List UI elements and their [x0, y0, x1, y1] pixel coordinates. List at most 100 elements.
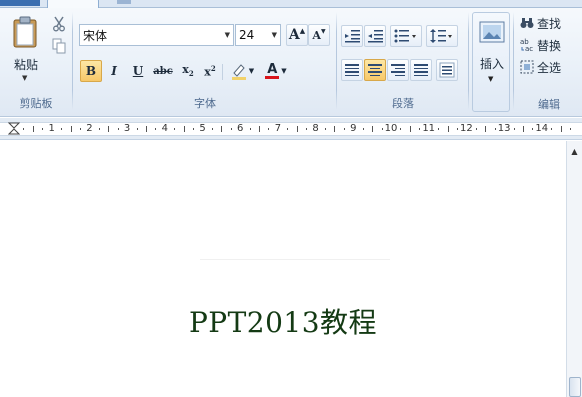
ruler-number: 5 — [199, 123, 206, 134]
decrease-indent-button[interactable] — [341, 25, 363, 47]
bullets-button[interactable] — [390, 25, 422, 47]
ruler-tick — [145, 126, 147, 132]
ruler-number: 6 — [237, 123, 244, 134]
chevron-down-icon[interactable]: ▼ — [249, 67, 254, 75]
italic-button[interactable]: I — [104, 60, 124, 82]
align-right-button[interactable] — [387, 59, 409, 81]
tab-view[interactable] — [117, 0, 131, 4]
clipboard-group: 粘贴 ▼ 剪贴板 — [0, 9, 72, 115]
font-color-button[interactable]: A ▼ — [260, 60, 292, 82]
subscript-button[interactable]: x2 — [178, 60, 198, 82]
line-spacing-button[interactable] — [426, 25, 458, 47]
bold-icon: B — [85, 64, 97, 78]
ruler-tick — [362, 128, 364, 130]
chevron-down-icon[interactable]: ▼ — [272, 31, 277, 39]
group-divider — [468, 12, 469, 110]
replace-label: 替换 — [537, 38, 562, 53]
paragraph-settings-icon — [439, 62, 455, 78]
ruler-tick — [296, 126, 298, 132]
ruler-number: 14 — [535, 123, 549, 134]
document-title-text[interactable]: PPT2013教程 — [0, 301, 566, 341]
ruler-number: 13 — [497, 123, 511, 134]
ruler-tick — [494, 128, 496, 130]
ruler-tick — [325, 128, 327, 130]
ruler-tick — [485, 126, 487, 132]
ruler-number: 12 — [460, 123, 473, 134]
ruler-tick — [560, 126, 562, 132]
ruler-tick — [221, 126, 223, 132]
align-center-button[interactable] — [364, 59, 386, 81]
caret-up-icon: ▲ — [299, 27, 306, 35]
ruler-tick — [70, 126, 72, 132]
ruler-tick — [98, 128, 100, 130]
tab-home[interactable] — [47, 0, 99, 8]
copy-icon — [52, 38, 66, 54]
scroll-up-arrow-icon[interactable]: ▲ — [567, 145, 582, 157]
shrink-font-icon: A — [312, 28, 321, 42]
strikethrough-button[interactable]: abc — [151, 60, 175, 82]
ruler-tick — [268, 128, 270, 130]
line-spacing-icon — [430, 29, 452, 43]
vertical-scrollbar[interactable]: ▲ — [566, 141, 582, 397]
ruler-tick — [79, 128, 81, 130]
paragraph-group: 段落 — [338, 9, 468, 115]
find-label: 查找 — [537, 16, 562, 31]
ruler-tick — [532, 128, 534, 130]
paragraph-dialog-button[interactable] — [436, 59, 458, 81]
document-page[interactable]: PPT2013教程 — [0, 141, 566, 397]
shrink-font-button[interactable]: A ▼ — [308, 24, 330, 46]
bold-button[interactable]: B — [80, 60, 102, 82]
font-size-combo[interactable]: 24 ▼ — [235, 24, 281, 46]
copy-button[interactable] — [50, 37, 68, 55]
chevron-down-icon: ▼ — [488, 75, 494, 83]
ruler-tick — [136, 128, 138, 130]
justify-button[interactable] — [410, 59, 432, 81]
ruler-tick — [259, 126, 261, 132]
ribbon-tabstrip — [0, 0, 582, 8]
ruler-tick — [438, 128, 440, 130]
align-left-button[interactable] — [341, 59, 363, 81]
ruler-tick — [61, 128, 63, 130]
ruler-tick — [381, 128, 383, 130]
increase-indent-button[interactable] — [364, 25, 386, 47]
subscript-icon: x2 — [182, 63, 194, 79]
ruler-tick — [23, 128, 25, 130]
ruler-tick — [249, 128, 251, 130]
underline-button[interactable]: U — [128, 60, 148, 82]
bulleted-list-icon — [394, 29, 416, 43]
paragraph-group-label: 段落 — [392, 97, 414, 110]
insert-button[interactable]: 插入 ▼ — [472, 12, 510, 112]
highlighter-icon — [231, 64, 246, 80]
highlight-button[interactable]: ▼ — [226, 60, 258, 82]
app-menu-button[interactable] — [0, 0, 40, 6]
ruler-tick — [513, 128, 515, 130]
faint-guide — [200, 259, 390, 260]
ruler-number: 7 — [274, 123, 282, 134]
grow-font-button[interactable]: A ▲ — [286, 24, 308, 46]
ruler-tick — [211, 128, 213, 130]
cut-button[interactable] — [50, 15, 68, 33]
select-all-button[interactable]: 全选 — [520, 58, 561, 76]
chevron-down-icon[interactable]: ▼ — [281, 67, 286, 75]
superscript-button[interactable]: x2 — [200, 60, 220, 82]
font-name-combo[interactable]: 宋体 ▼ — [79, 24, 234, 46]
scroll-thumb[interactable] — [569, 377, 581, 397]
toolbar-divider — [222, 64, 223, 80]
ruler-tick — [230, 128, 232, 130]
paste-button[interactable]: 粘贴 ▼ — [6, 14, 46, 86]
ruler-tick — [343, 128, 345, 130]
replace-button[interactable]: ab ac 替换 — [520, 36, 561, 54]
ruler-tick — [447, 126, 449, 132]
find-button[interactable]: 查找 — [520, 14, 561, 32]
ruler-tick — [306, 128, 308, 130]
ruler-tick — [409, 126, 411, 132]
group-divider — [336, 12, 337, 110]
ruler-number: 10 — [384, 123, 398, 134]
horizontal-ruler[interactable]: 1 2 3 4 5 6 7 8 9 10 11 12 13 14 — [0, 118, 582, 140]
ruler-number: 4 — [161, 123, 168, 134]
group-divider — [513, 12, 514, 110]
indent-marker-icon[interactable] — [8, 122, 20, 136]
chevron-down-icon[interactable]: ▼ — [225, 31, 230, 39]
font-color-icon: A — [265, 62, 280, 79]
ruler-strip: 1 2 3 4 5 6 7 8 9 10 11 12 13 14 — [0, 122, 582, 136]
